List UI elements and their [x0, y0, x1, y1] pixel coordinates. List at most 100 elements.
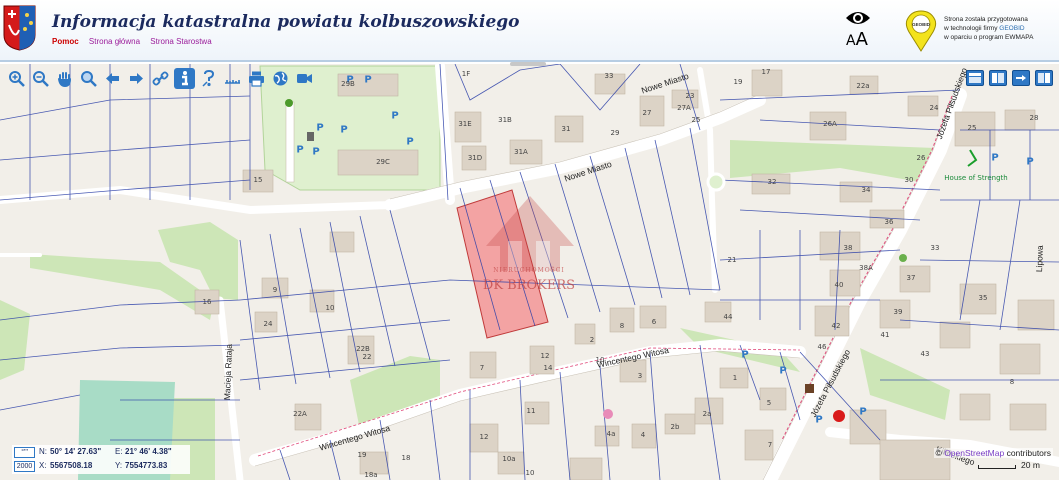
- parcel-label[interactable]: 31A: [514, 148, 528, 156]
- parcel-label[interactable]: 35: [979, 294, 988, 302]
- parcel-label[interactable]: 4a: [607, 430, 616, 438]
- parcel-label[interactable]: 31B: [498, 116, 512, 124]
- parcel-label[interactable]: 29: [611, 129, 620, 137]
- parcel-label[interactable]: 26: [917, 154, 926, 162]
- forward-arrow-icon[interactable]: [126, 68, 147, 89]
- parcel-label[interactable]: 31: [562, 125, 571, 133]
- parcel-label[interactable]: 26A: [823, 120, 837, 128]
- parcel-label[interactable]: 46: [818, 343, 827, 351]
- layout-left-icon[interactable]: [989, 70, 1007, 86]
- eye-icon[interactable]: [845, 9, 871, 27]
- parcel-label[interactable]: 43: [921, 350, 930, 358]
- parcel-label[interactable]: 8: [620, 322, 624, 330]
- parcel-label[interactable]: 3: [638, 372, 642, 380]
- parcel-label[interactable]: 27: [643, 109, 652, 117]
- parcel-label[interactable]: 40: [835, 281, 844, 289]
- video-icon[interactable]: [294, 68, 315, 89]
- parcel-label[interactable]: 29C: [376, 158, 390, 166]
- parcel-label[interactable]: 30: [905, 176, 914, 184]
- parcel-label[interactable]: 12: [541, 352, 550, 360]
- globe-icon[interactable]: [270, 68, 291, 89]
- parcel-label[interactable]: 27A: [677, 104, 691, 112]
- parcel-label[interactable]: 31D: [468, 154, 482, 162]
- parcel-label[interactable]: 22A: [293, 410, 307, 418]
- parcel-label[interactable]: 9: [273, 286, 277, 294]
- font-size-icon[interactable]: AA: [846, 29, 868, 50]
- geobid-logo[interactable]: GEOBID: [905, 10, 937, 52]
- parcel-label[interactable]: 39: [894, 308, 903, 316]
- parcel-label[interactable]: 41: [881, 331, 890, 339]
- parcel-label[interactable]: 18: [402, 454, 411, 462]
- zoom-area-icon[interactable]: [78, 68, 99, 89]
- nav-help-link[interactable]: Pomoc: [52, 37, 79, 46]
- zoom-out-icon[interactable]: [30, 68, 51, 89]
- parcel-label[interactable]: 29B: [341, 80, 355, 88]
- back-arrow-icon[interactable]: [102, 68, 123, 89]
- parcel-label[interactable]: 19: [358, 451, 367, 459]
- parcel-label[interactable]: 22a: [856, 82, 869, 90]
- parcel-label[interactable]: 5: [767, 399, 771, 407]
- parking-icon: P: [1026, 156, 1034, 168]
- parcel-label[interactable]: 12: [480, 433, 489, 441]
- poi-house-of-strength[interactable]: House of Strength: [944, 174, 1007, 182]
- info-icon[interactable]: [174, 68, 195, 89]
- geobid-brand-link[interactable]: GEOBID: [999, 25, 1024, 32]
- parcel-label[interactable]: 25: [968, 124, 977, 132]
- parcel-label[interactable]: 33: [931, 244, 940, 252]
- parcel-label[interactable]: 22B: [356, 345, 370, 353]
- parcel-label[interactable]: 2b: [671, 423, 680, 431]
- parcel-label[interactable]: 33: [605, 72, 614, 80]
- parcel-label[interactable]: 10: [526, 469, 535, 477]
- link-icon[interactable]: [150, 68, 171, 89]
- parcel-label[interactable]: 1: [733, 374, 737, 382]
- parcel-label[interactable]: 2: [590, 336, 594, 344]
- parcel-label[interactable]: 2a: [703, 410, 712, 418]
- parcel-label[interactable]: 32: [768, 178, 777, 186]
- parcel-label[interactable]: 19: [734, 78, 743, 86]
- parcel-label[interactable]: 16: [203, 298, 212, 306]
- parcel-label[interactable]: 17: [762, 68, 771, 76]
- layout-right-icon[interactable]: [1035, 70, 1053, 86]
- query-icon[interactable]: [198, 68, 219, 89]
- parcel-label[interactable]: 23: [686, 92, 695, 100]
- zoom-in-icon[interactable]: [6, 68, 27, 89]
- measure-icon[interactable]: [222, 68, 243, 89]
- parcel-label[interactable]: 6: [652, 318, 656, 326]
- parcel-label[interactable]: 1F: [462, 70, 470, 78]
- parcel-label[interactable]: 24: [264, 320, 273, 328]
- parcel-label[interactable]: 10: [326, 304, 335, 312]
- parcel-label[interactable]: 11: [527, 407, 536, 415]
- parking-icon: P: [391, 110, 399, 122]
- parcel-label[interactable]: 7: [480, 364, 484, 372]
- layout-full-icon[interactable]: [966, 70, 984, 86]
- parcel-label[interactable]: 31E: [458, 120, 471, 128]
- parcel-label[interactable]: 22: [363, 353, 372, 361]
- parcel-label[interactable]: 44: [724, 313, 733, 321]
- parcel-label[interactable]: 36: [885, 218, 894, 226]
- parcel-label[interactable]: 34: [862, 186, 871, 194]
- pan-hand-icon[interactable]: [54, 68, 75, 89]
- parcel-label[interactable]: 14: [544, 364, 553, 372]
- osm-link[interactable]: OpenStreetMap: [944, 448, 1004, 458]
- parcel-label[interactable]: 8: [1010, 378, 1014, 386]
- nav-starostwo-link[interactable]: Strona Starostwa: [150, 37, 211, 46]
- parcel-label[interactable]: 18a: [364, 471, 377, 479]
- header-resize-grip[interactable]: [510, 62, 546, 66]
- parcel-label[interactable]: 42: [832, 322, 841, 330]
- coord-unit-2000-toggle[interactable]: 2000: [14, 461, 35, 472]
- parcel-label[interactable]: 15: [254, 176, 263, 184]
- parcel-label[interactable]: 7: [768, 441, 772, 449]
- parcel-label[interactable]: 21: [728, 256, 737, 264]
- parcel-label[interactable]: 4: [641, 431, 645, 439]
- parcel-label[interactable]: 38: [844, 244, 853, 252]
- parcel-label[interactable]: 10a: [502, 455, 515, 463]
- parcel-label[interactable]: 28: [1030, 114, 1039, 122]
- parcel-label[interactable]: 37: [907, 274, 916, 282]
- coord-unit-dms-toggle[interactable]: °'": [14, 447, 35, 458]
- parcel-label[interactable]: 24: [930, 104, 939, 112]
- layout-export-icon[interactable]: [1012, 70, 1030, 86]
- print-icon[interactable]: [246, 68, 267, 89]
- nav-home-link[interactable]: Strona główna: [89, 37, 140, 46]
- parcel-label[interactable]: 38A: [859, 264, 873, 272]
- parcel-label[interactable]: 25: [692, 116, 701, 124]
